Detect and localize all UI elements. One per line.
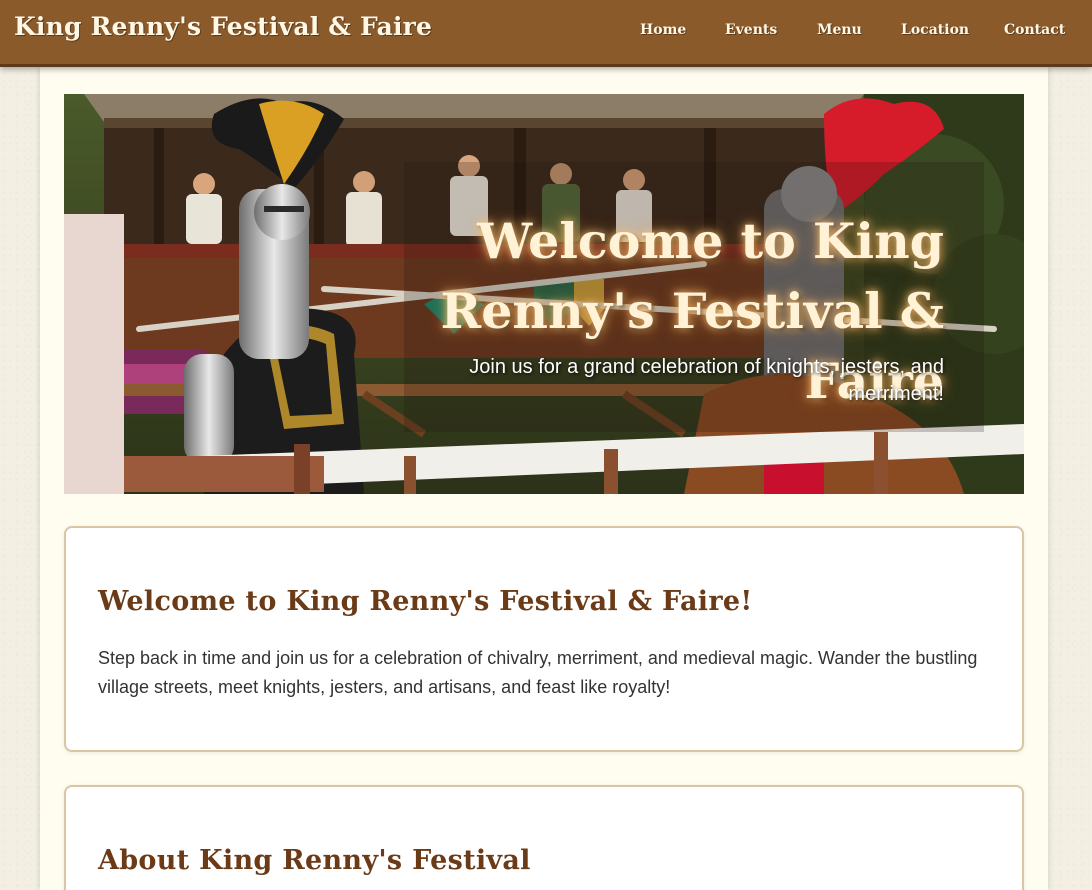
welcome-heading: Welcome to King Renny's Festival & Faire…	[98, 586, 753, 617]
hero-subtitle: Join us for a grand celebration of knigh…	[469, 356, 944, 405]
nav-link-location[interactable]: Location	[901, 22, 969, 38]
page-container: Welcome to King Renny's Festival & Faire…	[40, 67, 1048, 890]
nav-link-contact[interactable]: Contact	[1004, 22, 1065, 38]
about-heading: About King Renny's Festival	[98, 845, 531, 876]
about-card: About King Renny's Festival	[64, 785, 1024, 890]
site-brand[interactable]: King Renny's Festival & Faire	[14, 12, 432, 41]
welcome-card: Welcome to King Renny's Festival & Faire…	[64, 526, 1024, 752]
nav-link-home[interactable]: Home	[640, 22, 686, 38]
nav-link-menu[interactable]: Menu	[817, 22, 862, 38]
site-header: King Renny's Festival & Faire Home Event…	[0, 0, 1092, 67]
welcome-text: Step back in time and join us for a cele…	[98, 648, 978, 697]
nav-link-events[interactable]: Events	[725, 22, 777, 38]
hero-banner: Welcome to King Renny's Festival & Faire…	[64, 94, 1024, 494]
